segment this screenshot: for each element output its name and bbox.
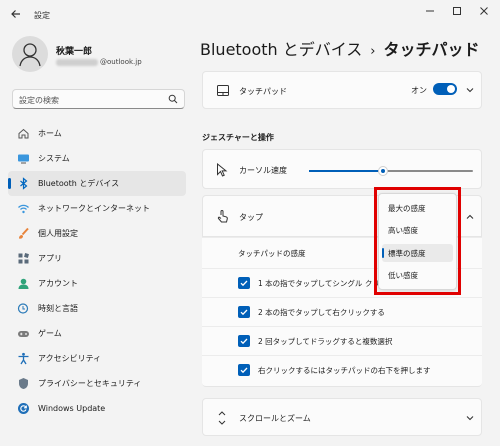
tap-option-row[interactable]: 2 本の指でタップして右クリックする	[202, 297, 482, 326]
apps-icon	[16, 252, 30, 266]
user-email: @outlook.jp	[56, 58, 142, 66]
accessibility-icon	[16, 352, 30, 366]
section-heading: ジェスチャーと操作	[202, 133, 274, 142]
sidebar-item-gaming[interactable]: ゲーム	[8, 321, 186, 346]
cursor-speed-slider[interactable]	[309, 166, 473, 176]
sidebar-nav: ホーム システム Bluetooth とデバイス ネットワークとインターネット …	[8, 121, 186, 421]
sidebar-item-label: 時刻と言語	[38, 304, 78, 313]
search-placeholder: 設定の検索	[19, 96, 59, 105]
chevron-down-icon[interactable]	[465, 413, 475, 423]
tap-option-row[interactable]: 2 回タップしてドラッグすると複数選択	[202, 326, 482, 355]
sidebar-item-label: Windows Update	[38, 404, 106, 413]
touchpad-icon	[217, 85, 229, 99]
avatar[interactable]	[12, 36, 48, 72]
sensitivity-label: タッチパッドの感度	[238, 249, 306, 258]
tap-option-label: 2 本の指でタップして右クリックする	[258, 308, 385, 317]
brush-icon	[16, 227, 30, 241]
globe-clock-icon	[16, 302, 30, 316]
sidebar-item-apps[interactable]: アプリ	[8, 246, 186, 271]
cursor-speed-card: カーソル速度	[202, 149, 482, 189]
tap-option-label: 右クリックするにはタッチパッドの右下を押します	[258, 366, 431, 375]
checkbox-checked[interactable]	[238, 335, 250, 347]
sidebar-item-label: ホーム	[38, 129, 62, 138]
checkbox-checked[interactable]	[238, 306, 250, 318]
touchpad-state: オン	[411, 86, 427, 95]
scroll-zoom-card[interactable]: スクロールとズーム	[202, 398, 482, 436]
title-bar: 設定	[0, 0, 500, 30]
sidebar-item-label: プライバシーとセキュリティ	[38, 379, 142, 388]
sidebar-item-windows-update[interactable]: Windows Update	[8, 396, 186, 421]
sidebar-item-accounts[interactable]: アカウント	[8, 271, 186, 296]
checkbox-checked[interactable]	[238, 277, 250, 289]
scroll-arrows-icon	[218, 411, 226, 428]
sidebar-item-label: アプリ	[38, 254, 62, 263]
sidebar-item-label: ゲーム	[38, 329, 62, 338]
touchpad-label: タッチパッド	[239, 87, 287, 96]
home-icon	[16, 127, 30, 141]
touchpad-toggle[interactable]	[433, 83, 457, 95]
sidebar-item-label: ネットワークとインターネット	[38, 204, 150, 213]
gamepad-icon	[16, 327, 30, 341]
app-title: 設定	[34, 11, 50, 20]
close-icon[interactable]	[476, 6, 492, 22]
chevron-up-icon[interactable]	[465, 212, 475, 222]
red-highlight-annotation	[374, 187, 461, 295]
sidebar-item-network[interactable]: ネットワークとインターネット	[8, 196, 186, 221]
search-icon[interactable]	[168, 94, 178, 104]
system-icon	[16, 152, 30, 166]
touchpad-card[interactable]: タッチパッド オン	[202, 71, 482, 109]
tap-label: タップ	[239, 213, 263, 222]
minimize-icon[interactable]	[422, 6, 438, 22]
tap-gesture-icon	[216, 209, 229, 226]
bluetooth-icon	[16, 177, 30, 191]
page-title: タッチパッド	[383, 40, 480, 59]
sidebar-item-privacy[interactable]: プライバシーとセキュリティ	[8, 371, 186, 396]
sidebar-item-label: システム	[38, 154, 70, 163]
back-arrow-icon[interactable]	[10, 8, 24, 22]
chevron-down-icon[interactable]	[465, 85, 475, 95]
user-name: 秋葉一郎	[56, 47, 93, 57]
cursor-speed-label: カーソル速度	[239, 166, 287, 175]
sidebar-item-accessibility[interactable]: アクセシビリティ	[8, 346, 186, 371]
tap-option-row[interactable]: 右クリックするにはタッチパッドの右下を押します	[202, 355, 482, 387]
update-icon	[16, 402, 30, 416]
checkbox-checked[interactable]	[238, 364, 250, 376]
sidebar-item-home[interactable]: ホーム	[8, 121, 186, 146]
breadcrumb: Bluetooth とデバイス › タッチパッド	[200, 36, 480, 60]
slider-thumb[interactable]	[378, 166, 388, 176]
search-input[interactable]: 設定の検索	[12, 89, 185, 109]
sidebar-item-system[interactable]: システム	[8, 146, 186, 171]
wifi-icon	[16, 202, 30, 216]
sidebar-item-label: アクセシビリティ	[38, 354, 102, 363]
sidebar-item-label: アカウント	[38, 279, 78, 288]
maximize-icon[interactable]	[449, 6, 465, 22]
sidebar-item-personalization[interactable]: 個人用設定	[8, 221, 186, 246]
sidebar-item-bluetooth[interactable]: Bluetooth とデバイス	[8, 171, 186, 196]
breadcrumb-parent[interactable]: Bluetooth とデバイス	[200, 40, 362, 59]
breadcrumb-separator: ›	[370, 44, 376, 59]
sidebar-item-time-language[interactable]: 時刻と言語	[8, 296, 186, 321]
tap-option-label: 2 回タップしてドラッグすると複数選択	[258, 337, 393, 346]
cursor-icon	[216, 162, 228, 180]
scroll-zoom-label: スクロールとズーム	[239, 414, 311, 423]
slider-fill	[309, 170, 383, 172]
account-icon	[16, 277, 30, 291]
sidebar-item-label: Bluetooth とデバイス	[38, 179, 120, 188]
sidebar-item-label: 個人用設定	[38, 229, 78, 238]
shield-icon	[16, 377, 30, 391]
email-domain: @outlook.jp	[100, 58, 142, 66]
blurred-email-prefix	[56, 58, 98, 66]
